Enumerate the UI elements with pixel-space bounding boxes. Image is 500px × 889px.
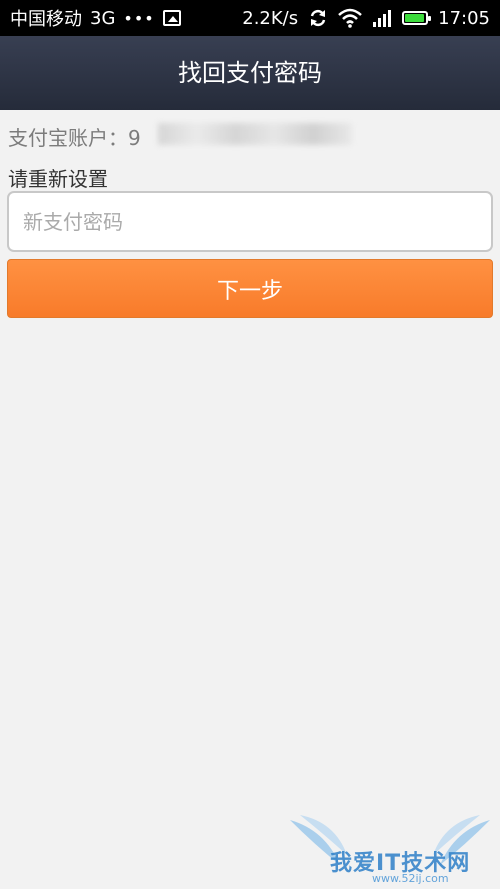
picture-icon <box>162 10 181 26</box>
network-speed: 2.2K/s <box>242 7 299 29</box>
account-label: 支付宝账户： <box>8 126 128 150</box>
carrier-name: 中国移动 <box>10 9 82 30</box>
account-value: 9 <box>128 126 141 150</box>
reset-label: 请重新设置 <box>8 167 108 191</box>
status-bar-right: 2.2K/s 17:05 <box>242 0 490 36</box>
wifi-icon <box>338 8 362 28</box>
watermark-url: www.52ij.com <box>372 872 449 885</box>
battery-level <box>405 14 425 22</box>
account-mask <box>158 123 352 145</box>
notification-dots: ••• <box>123 8 155 28</box>
account-info: 支付宝账户：9 <box>8 122 141 151</box>
network-type: 3G <box>90 7 116 29</box>
page-title: 找回支付密码 <box>0 36 500 110</box>
status-bar: 中国移动 3G ••• 2.2K/s 17:05 <box>0 0 500 36</box>
next-button[interactable]: 下一步 <box>7 259 493 318</box>
signal-icon <box>373 10 392 27</box>
sync-icon <box>310 9 326 27</box>
clock: 17:05 <box>438 7 490 29</box>
battery-icon <box>402 11 432 25</box>
status-bar-left: 中国移动 3G ••• <box>10 0 181 36</box>
new-password-input[interactable] <box>7 191 493 252</box>
